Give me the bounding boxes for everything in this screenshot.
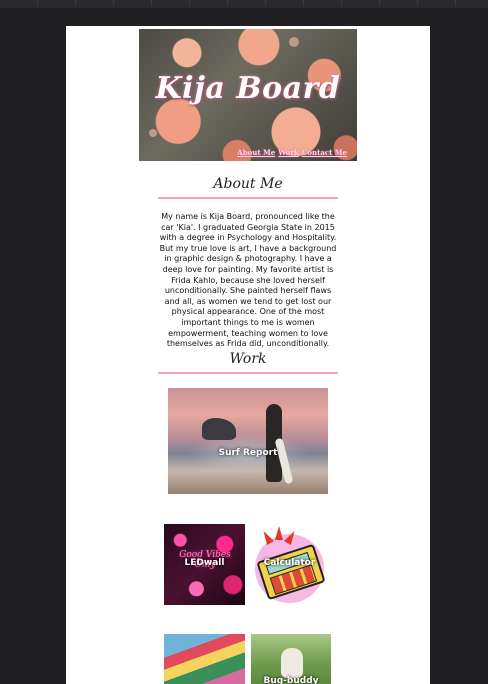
nav-link-about[interactable]: About Me xyxy=(237,148,275,157)
hero-banner: Kija Board About Me Work Contact Me xyxy=(139,29,357,161)
about-paragraph: My name is Kija Board, pronounced like t… xyxy=(159,212,337,349)
project-label: Bug-buddy xyxy=(263,676,319,684)
work-divider xyxy=(158,372,338,374)
portfolio-page: Kija Board About Me Work Contact Me Abou… xyxy=(66,26,430,684)
about-divider xyxy=(158,197,338,199)
site-title: Kija Board xyxy=(155,71,341,106)
browser-top-strip xyxy=(0,0,488,8)
puppy-figure xyxy=(281,648,303,678)
nav-link-contact[interactable]: Contact Me xyxy=(302,148,347,157)
spark-icon xyxy=(284,528,298,546)
main-nav: About Me Work Contact Me xyxy=(237,148,347,157)
nav-link-work[interactable]: Work xyxy=(278,148,299,157)
project-surf-report[interactable]: Surf Report xyxy=(168,388,328,494)
project-frida-art[interactable] xyxy=(164,634,245,684)
spark-icon xyxy=(260,528,274,546)
project-label: Calculator xyxy=(263,558,316,568)
project-calculator[interactable]: Calculator xyxy=(249,524,330,605)
spark-icon xyxy=(275,526,283,540)
project-bug-buddy[interactable]: Bug-buddy xyxy=(251,634,331,684)
sea-rock-shape xyxy=(202,418,236,440)
project-label: Surf Report xyxy=(218,448,278,458)
about-heading: About Me xyxy=(213,176,283,192)
calculator-icon xyxy=(256,543,326,601)
project-ledwall[interactable]: Good Vibes Only LEDwall xyxy=(164,524,245,605)
project-label: LEDwall xyxy=(184,558,225,568)
work-heading: Work xyxy=(229,351,267,367)
